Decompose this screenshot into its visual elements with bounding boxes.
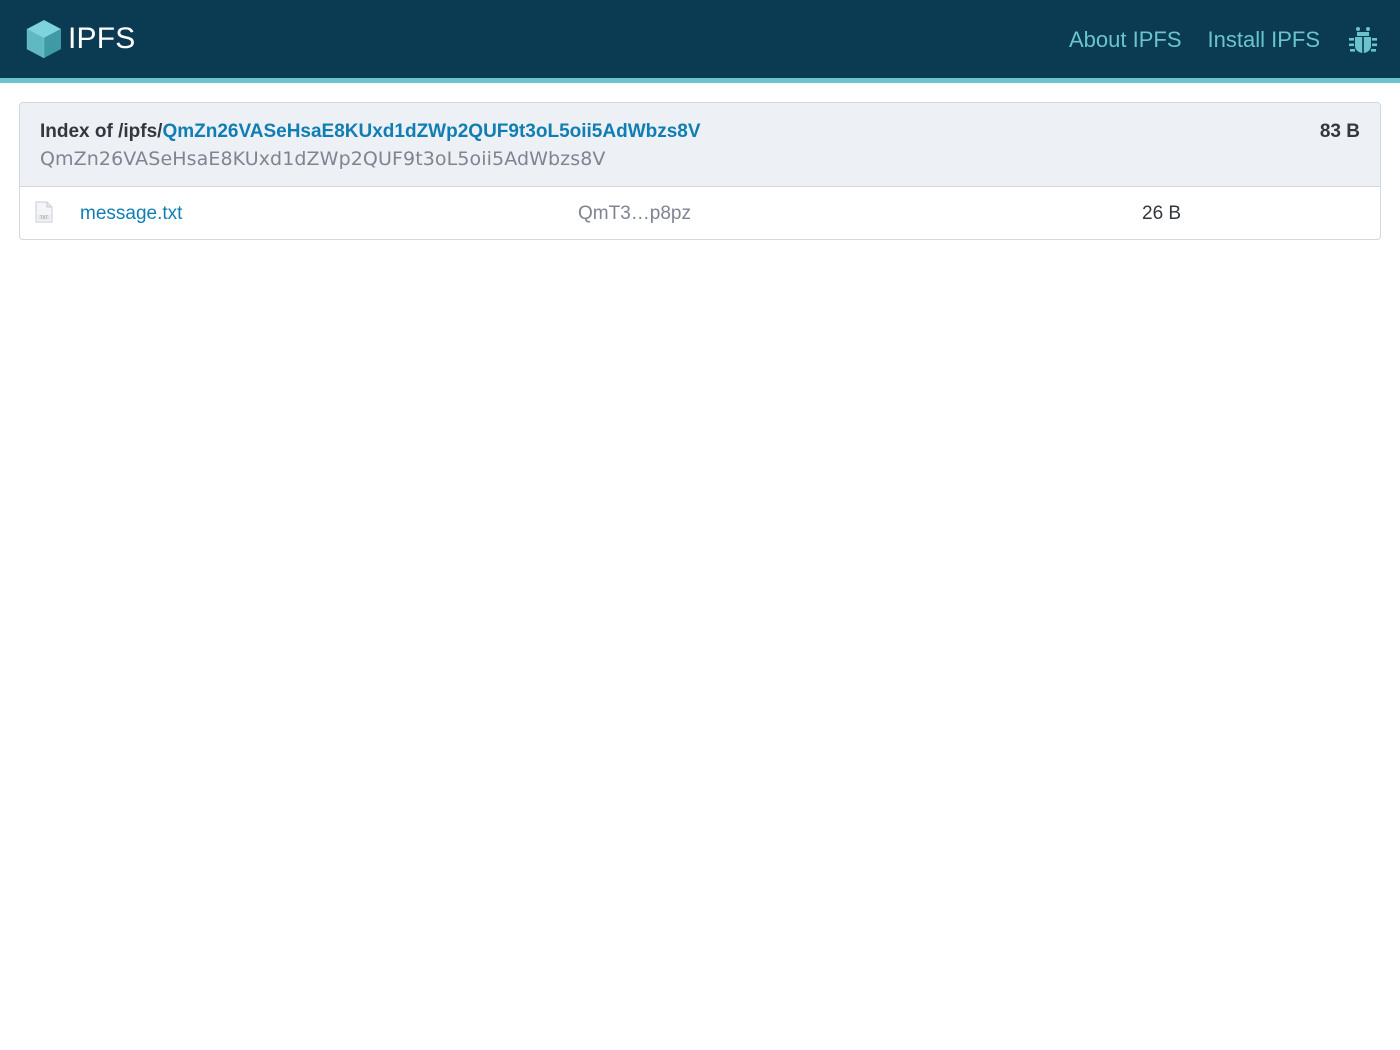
ipfs-cube-icon <box>26 20 61 59</box>
logo-text: IPFS <box>68 22 136 55</box>
svg-text:TXT: TXT <box>39 215 48 220</box>
about-ipfs-link[interactable]: About IPFS <box>1069 22 1182 58</box>
txt-file-icon: TXT <box>35 201 53 223</box>
top-bar: IPFS About IPFS Install IPFS <box>0 0 1400 83</box>
file-hash-link[interactable]: QmT3…p8pz <box>578 201 691 227</box>
index-title: Index of /ipfs/QmZn26VASeHsaE8KUxd1dZWp2… <box>40 119 701 145</box>
report-bug-link[interactable] <box>1348 26 1378 54</box>
header-nav: About IPFS Install IPFS <box>1069 22 1378 58</box>
file-name-link[interactable]: message.txt <box>80 201 182 227</box>
file-size: 26 B <box>1142 203 1182 224</box>
root-cid-link[interactable]: QmZn26VASeHsaE8KUxd1dZWp2QUF9t3oL5oii5Ad… <box>162 121 700 142</box>
ipfs-logo-link[interactable]: IPFS <box>26 19 135 59</box>
index-prefix: Index of /ipfs/ <box>40 121 163 142</box>
directory-listing: Index of /ipfs/QmZn26VASeHsaE8KUxd1dZWp2… <box>19 102 1381 240</box>
install-ipfs-link[interactable]: Install IPFS <box>1208 22 1320 58</box>
listing-header: Index of /ipfs/QmZn26VASeHsaE8KUxd1dZWp2… <box>20 103 1380 187</box>
total-size: 83 B <box>1319 121 1360 142</box>
bug-icon <box>1349 27 1377 53</box>
cid-subtitle: QmZn26VASeHsaE8KUxd1dZWp2QUF9t3oL5oii5Ad… <box>40 148 606 170</box>
file-row: TXT message.txt QmT3…p8pz 26 B <box>20 187 1380 239</box>
